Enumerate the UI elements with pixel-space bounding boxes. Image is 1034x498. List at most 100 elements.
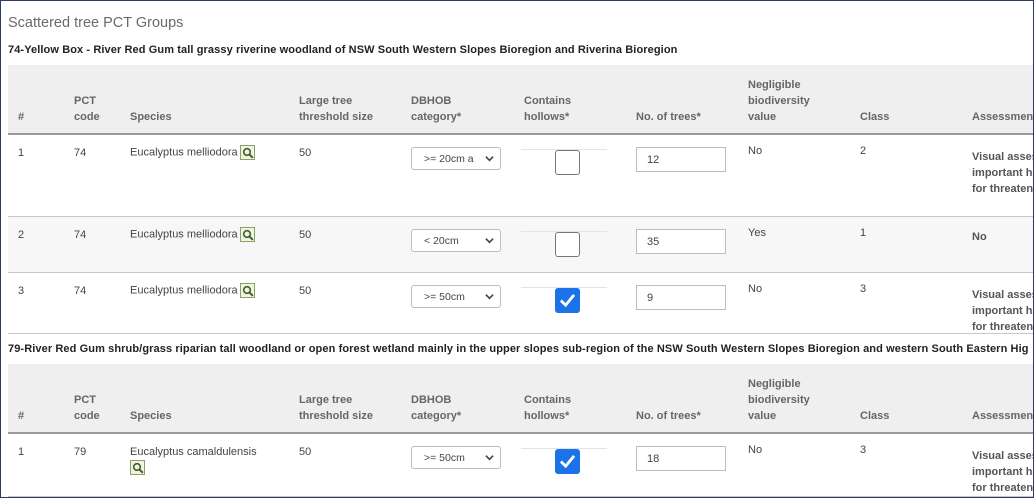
species-name: Eucalyptus melliodora [130, 284, 238, 297]
assessment-cell: No [972, 229, 987, 245]
col-header-hollows: Contains hollows* [524, 392, 571, 424]
col-header-negligible-line: value [748, 111, 777, 123]
table-row: 2 74 Eucalyptus melliodora 50 < 20cm 35 Yes 1 No [8, 217, 1033, 273]
col-header-dbhob: DBHOB category* [411, 93, 461, 125]
assessment-line: No [972, 231, 987, 243]
species-lookup-button[interactable] [239, 145, 255, 160]
col-header-dbhob-line: DBHOB [411, 394, 452, 406]
dbhob-value: < 20cm [424, 235, 459, 247]
col-header-threshold-line: Large tree [299, 95, 353, 107]
col-header-trees: No. of trees* [636, 410, 701, 422]
pct-code: 74 [74, 229, 87, 241]
col-header-negligible: Negligible biodiversity value [748, 376, 810, 424]
assessment-line: for threaten [972, 183, 1034, 195]
hollows-checkbox[interactable] [555, 288, 580, 313]
col-header-pct-code-line: code [74, 111, 100, 123]
col-header-hollows-line: Contains [524, 95, 572, 107]
col-header-dbhob-line: category* [411, 111, 462, 123]
species-name: Eucalyptus melliodora [130, 228, 238, 241]
col-header-assessment: Assessmen [972, 410, 1034, 422]
species-name: Eucalyptus melliodora [130, 146, 238, 159]
col-header-threshold: Large tree threshold size [299, 93, 373, 125]
assessment-line: for threaten [972, 321, 1034, 333]
row-number: 1 [18, 147, 25, 159]
col-header-pct-code: PCT code [74, 93, 100, 125]
col-header-pct-code-line: code [74, 410, 100, 422]
species-cell: Eucalyptus melliodora [130, 145, 280, 160]
dbhob-value: >= 50cm [424, 452, 465, 464]
pct-code: 74 [74, 147, 87, 159]
dbhob-value: >= 20cm a [424, 153, 474, 165]
col-header-dbhob-line: DBHOB [411, 95, 452, 107]
group-title: 79-River Red Gum shrub/grass riparian ta… [8, 343, 1029, 355]
col-header-species: Species [130, 410, 172, 422]
row-number: 1 [18, 446, 25, 458]
number-of-trees-input[interactable]: 9 [636, 285, 726, 310]
col-header-negligible-line: Negligible [748, 79, 801, 91]
col-header-threshold-line: Large tree [299, 394, 353, 406]
col-header-dbhob-line: category* [411, 410, 462, 422]
col-header-hollows-line: hollows* [524, 410, 570, 422]
col-header-hollows: Contains hollows* [524, 93, 571, 125]
col-header-num: # [18, 410, 25, 422]
group-title: 74-Yellow Box - River Red Gum tall grass… [8, 44, 678, 56]
species-name: Eucalyptus camaldulensis [130, 446, 257, 458]
number-of-trees-input[interactable]: 35 [636, 229, 726, 254]
species-cell: Eucalyptus melliodora [130, 227, 280, 242]
col-header-threshold: Large tree threshold size [299, 392, 373, 424]
hollows-checkbox[interactable] [555, 150, 580, 175]
threshold-size: 50 [299, 229, 312, 241]
col-header-pct-code-line: PCT [74, 95, 96, 107]
col-header-hollows-line: Contains [524, 394, 572, 406]
pct-code: 79 [74, 446, 87, 458]
assessment-line: Visual asses [972, 289, 1034, 301]
class-value: 1 [860, 227, 867, 239]
negligible-value: No [748, 283, 763, 295]
table-row: 1 79 Eucalyptus camaldulensis 50 >= 50cm 18 No… [8, 434, 1033, 497]
negligible-value: No [748, 444, 763, 456]
hollows-checkbox[interactable] [555, 232, 580, 257]
species-lookup-button[interactable] [239, 227, 255, 242]
col-header-negligible-line: biodiversity [748, 95, 810, 107]
assessment-cell: Visual asses important ha for threaten [972, 287, 1034, 335]
class-value: 3 [860, 444, 867, 456]
negligible-value: Yes [748, 227, 766, 239]
species-lookup-button[interactable] [130, 460, 145, 475]
table-row: 3 74 Eucalyptus melliodora 50 >= 50cm 9 No 3 Vis… [8, 273, 1034, 335]
assessment-line: important ha [972, 167, 1034, 179]
col-header-species: Species [130, 111, 172, 123]
dbhob-select[interactable]: >= 50cm [411, 446, 501, 469]
dbhob-select[interactable]: >= 20cm a [411, 147, 501, 170]
species-cell: Eucalyptus camaldulensis [130, 446, 280, 475]
threshold-size: 50 [299, 147, 312, 159]
table-header: # PCT code Species Large tree threshold size D… [8, 364, 1034, 434]
col-header-negligible: Negligible biodiversity value [748, 77, 810, 125]
pct-code: 74 [74, 285, 87, 297]
class-value: 2 [860, 145, 867, 157]
col-header-dbhob: DBHOB category* [411, 392, 461, 424]
col-header-negligible-line: biodiversity [748, 394, 810, 406]
hollows-checkbox[interactable] [555, 449, 580, 474]
assessment-line: important ha [972, 305, 1034, 317]
species-cell: Eucalyptus melliodora [130, 283, 280, 298]
table-header: # PCT code Species Large tree threshold size D… [8, 65, 1033, 135]
col-header-negligible-line: Negligible [748, 378, 801, 390]
chevron-down-icon [485, 292, 494, 304]
species-lookup-button[interactable] [239, 283, 255, 298]
dbhob-value: >= 50cm [424, 291, 465, 303]
col-header-class: Class [860, 410, 890, 422]
col-header-num: # [18, 111, 25, 123]
number-of-trees-input[interactable]: 18 [636, 446, 726, 471]
assessment-cell: Visual asses important ha for threaten [972, 149, 1034, 197]
chevron-down-icon [485, 236, 494, 248]
number-of-trees-input[interactable]: 12 [636, 147, 726, 172]
trees-table: # PCT code Species Large tree threshold size D… [8, 364, 1034, 497]
dbhob-select[interactable]: >= 50cm [411, 285, 501, 308]
dbhob-select[interactable]: < 20cm [411, 229, 501, 252]
row-number: 2 [18, 229, 25, 241]
trees-table: # PCT code Species Large tree threshold size D… [8, 65, 1034, 335]
negligible-value: No [748, 145, 763, 157]
page-title: Scattered tree PCT Groups [8, 15, 184, 31]
assessment-line: Visual asses [972, 151, 1034, 163]
col-header-trees: No. of trees* [636, 111, 701, 123]
